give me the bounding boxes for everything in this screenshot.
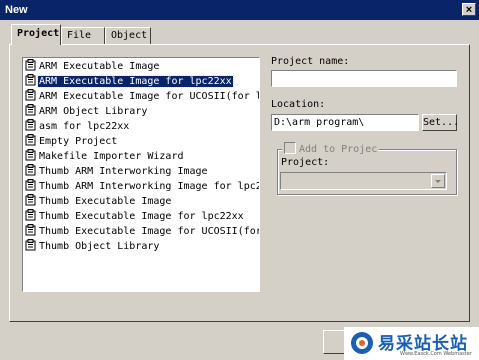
list-item[interactable]: Thumb ARM Interworking Image for lpc22x	[25, 179, 260, 194]
list-item-label: ARM Executable Image for UCOSII(for lpc	[39, 91, 260, 102]
project-icon	[25, 149, 36, 161]
project-icon	[25, 224, 36, 236]
project-select[interactable]	[280, 172, 447, 190]
list-item[interactable]: Thumb Executable Image for lpc22xx	[25, 209, 245, 224]
project-icon	[25, 164, 36, 176]
list-item-label: Empty Project	[39, 136, 118, 147]
project-name-input[interactable]	[271, 70, 457, 87]
tab-object[interactable]: Object	[105, 27, 151, 44]
add-to-project-checkbox[interactable]: Add to Projec	[282, 142, 380, 155]
close-button[interactable]: ×	[462, 3, 476, 16]
list-item[interactable]: ARM Object Library	[25, 104, 148, 119]
list-item-label: asm for lpc22xx	[39, 121, 130, 132]
new-dialog: New × Project File Object ARM Executable…	[0, 0, 479, 360]
list-item[interactable]: Thumb Executable Image	[25, 194, 172, 209]
tab-file[interactable]: File	[61, 27, 105, 44]
list-item-label: Makefile Importer Wizard	[39, 151, 184, 162]
project-icon	[25, 209, 36, 221]
project-name-label: Project name:	[271, 56, 350, 67]
list-item-label: Thumb Executable Image	[39, 196, 172, 207]
watermark-url: Www.Easck.Com Webmaster	[400, 351, 472, 357]
project-type-list[interactable]: ARM Executable Image ARM Executable Image…	[22, 57, 260, 292]
tab-object-label: Object	[111, 30, 148, 41]
tab-project[interactable]: Project	[11, 24, 61, 45]
list-item-label: ARM Executable Image for lpc22xx	[37, 75, 234, 88]
project-icon	[25, 179, 36, 191]
close-icon: ×	[465, 4, 473, 16]
list-item[interactable]: Makefile Importer Wizard	[25, 149, 185, 164]
watermark-icon	[351, 332, 373, 354]
list-item[interactable]: ARM Executable Image	[25, 59, 160, 74]
tab-project-label: Project	[17, 28, 60, 39]
project-label: Project:	[281, 157, 330, 168]
project-icon	[25, 239, 36, 251]
checkbox-icon	[284, 142, 296, 154]
list-item[interactable]: Empty Project	[25, 134, 118, 149]
location-input[interactable]: D:\arm program\	[271, 114, 419, 131]
watermark-logo: 易采站长站 Www.Easck.Com Webmaster	[344, 327, 479, 360]
project-icon	[25, 104, 36, 116]
project-icon	[25, 119, 36, 131]
project-icon	[25, 89, 36, 101]
list-item-label: ARM Object Library	[39, 106, 148, 117]
list-item-label: Thumb Executable Image for lpc22xx	[39, 211, 244, 222]
project-icon	[25, 194, 36, 206]
list-item[interactable]: asm for lpc22xx	[25, 119, 130, 134]
chevron-down-icon[interactable]	[431, 174, 445, 188]
list-item-label: Thumb Object Library	[39, 241, 160, 252]
list-item-label: Thumb ARM Interworking Image	[39, 166, 208, 177]
tab-file-label: File	[67, 30, 92, 41]
list-item-label: ARM Executable Image	[39, 61, 160, 72]
project-icon	[25, 74, 36, 86]
list-item[interactable]: ARM Executable Image for UCOSII(for lpc	[25, 89, 260, 104]
project-icon	[25, 59, 36, 71]
list-item[interactable]: Thumb ARM Interworking Image	[25, 164, 209, 179]
title-bar: New ×	[0, 0, 479, 20]
list-item[interactable]: Thumb Executable Image for UCOSII(for l	[25, 224, 260, 239]
window-title: New	[5, 4, 28, 16]
list-item-label: Thumb ARM Interworking Image for lpc22x	[39, 181, 260, 192]
location-label: Location:	[271, 99, 326, 110]
list-item[interactable]: ARM Executable Image for lpc22xx	[25, 74, 234, 89]
list-item-label: Thumb Executable Image for UCOSII(for l	[39, 226, 260, 237]
project-icon	[25, 134, 36, 146]
add-to-project-label: Add to Projec	[299, 144, 378, 155]
list-item[interactable]: Thumb Object Library	[25, 239, 160, 254]
set-location-button[interactable]: Set...	[422, 114, 459, 131]
